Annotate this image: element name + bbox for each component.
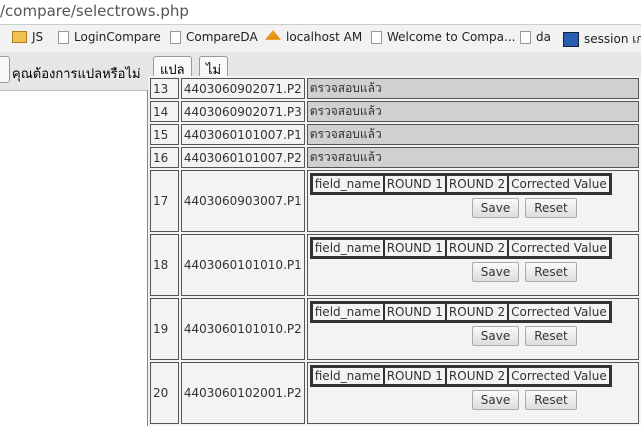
column-header: Corrected Value	[508, 367, 610, 385]
row-number: 17	[150, 170, 179, 232]
bookmark-label: CompareDA	[186, 30, 258, 44]
bookmark-label: da	[536, 30, 551, 44]
bookmarks-bar: JS LoginCompare CompareDA localhost AM Welco…	[0, 24, 641, 52]
record-id: 4403060101010.P2	[180, 298, 305, 360]
row-number: 18	[150, 234, 179, 296]
column-header: ROUND 2	[445, 303, 509, 321]
record-id: 4403060101010.P1	[180, 234, 305, 296]
column-header: field_name	[311, 367, 384, 385]
column-header: ROUND 2	[445, 367, 509, 385]
field-compare-table: field_name ROUND 1 ROUND 2 Corrected Value	[309, 301, 612, 323]
column-header: ROUND 1	[383, 303, 446, 321]
page-icon	[58, 30, 69, 44]
page-icon	[170, 30, 181, 44]
bookmark-item[interactable]: LoginCompare	[58, 30, 161, 44]
bookmark-item[interactable]: JS	[12, 30, 43, 44]
address-bar[interactable]: /compare/selectrows.php	[0, 0, 641, 24]
record-id: 4403060902071.P2	[180, 78, 305, 99]
translate-language-button[interactable]	[0, 56, 10, 83]
record-id: 4403060903007.P1	[180, 170, 305, 232]
field-compare-table: field_name ROUND 1 ROUND 2 Corrected Value	[309, 173, 612, 195]
bookmark-label: LoginCompare	[74, 30, 161, 44]
column-header: field_name	[311, 303, 384, 321]
table-row: 19 4403060101010.P2 field_name ROUND 1 ROUND…	[150, 298, 639, 360]
record-id: 4403060902071.P3	[180, 101, 305, 122]
table-row: 20 4403060102001.P2 field_name ROUND 1 ROUND…	[150, 362, 639, 424]
table-row: 14 4403060902071.P3 ตรวจสอบแล้ว	[150, 101, 639, 122]
column-header: ROUND 1	[383, 239, 446, 257]
save-button[interactable]: Save	[471, 326, 520, 346]
bookmark-item[interactable]: localhost AM	[265, 30, 362, 44]
bookmark-item[interactable]: session เกส	[563, 30, 641, 49]
column-header: ROUND 1	[383, 175, 446, 193]
field-compare-table: field_name ROUND 1 ROUND 2 Corrected Value	[309, 365, 612, 387]
column-header: field_name	[311, 175, 384, 193]
row-number: 20	[150, 362, 179, 424]
reset-button[interactable]: Reset	[525, 326, 577, 346]
record-id: 4403060102001.P2	[180, 362, 305, 424]
session-icon	[563, 32, 579, 47]
table-row: 16 4403060101007.P2 ตรวจสอบแล้ว	[150, 147, 639, 168]
field-compare-table: field_name ROUND 1 ROUND 2 Corrected Value	[309, 237, 612, 259]
save-button[interactable]: Save	[471, 262, 520, 282]
status-cell: ตรวจสอบแล้ว	[306, 124, 639, 145]
bookmark-label: localhost AM	[286, 30, 363, 44]
table-row: 18 4403060101010.P1 field_name ROUND 1 ROUND…	[150, 234, 639, 296]
column-header: Corrected Value	[508, 239, 610, 257]
column-header: ROUND 2	[445, 239, 509, 257]
row-number: 13	[150, 78, 179, 99]
save-button[interactable]: Save	[471, 198, 520, 218]
status-cell: ตรวจสอบแล้ว	[306, 101, 639, 122]
record-id: 4403060101007.P1	[180, 124, 305, 145]
row-number: 19	[150, 298, 179, 360]
page-icon	[371, 30, 382, 44]
folder-icon	[12, 31, 27, 43]
save-button[interactable]: Save	[471, 390, 520, 410]
column-header: ROUND 2	[445, 175, 509, 193]
page-icon	[520, 30, 531, 44]
row-number: 14	[150, 101, 179, 122]
reset-button[interactable]: Reset	[525, 390, 577, 410]
table-row: 13 4403060902071.P2 ตรวจสอบแล้ว	[150, 78, 639, 99]
phpmyadmin-icon	[265, 30, 281, 40]
column-header: Corrected Value	[508, 175, 610, 193]
bookmark-label: JS	[32, 30, 44, 44]
reset-button[interactable]: Reset	[525, 198, 577, 218]
bookmark-label: session เกส	[584, 32, 641, 46]
row-number: 16	[150, 147, 179, 168]
record-id: 4403060101007.P2	[180, 147, 305, 168]
translate-prompt: คุณต้องการแปลหรือไม่	[12, 67, 141, 82]
table-row: 17 4403060903007.P1 field_name ROUND 1 ROUND…	[150, 170, 639, 232]
column-header: field_name	[311, 239, 384, 257]
reset-button[interactable]: Reset	[525, 262, 577, 282]
status-cell: ตรวจสอบแล้ว	[306, 147, 639, 168]
bookmark-item[interactable]: CompareDA	[170, 30, 258, 44]
status-cell: ตรวจสอบแล้ว	[306, 78, 639, 99]
column-header: ROUND 1	[383, 367, 446, 385]
column-header: Corrected Value	[508, 303, 610, 321]
bookmark-item[interactable]: da	[520, 30, 551, 44]
bookmark-item[interactable]: Welcome to Compa...	[371, 30, 515, 44]
bookmark-label: Welcome to Compa...	[387, 30, 516, 44]
table-row: 15 4403060101007.P1 ตรวจสอบแล้ว	[150, 124, 639, 145]
results-grid: 13 4403060902071.P2 ตรวจสอบแล้ว 14 440306090…	[147, 76, 641, 426]
row-number: 15	[150, 124, 179, 145]
